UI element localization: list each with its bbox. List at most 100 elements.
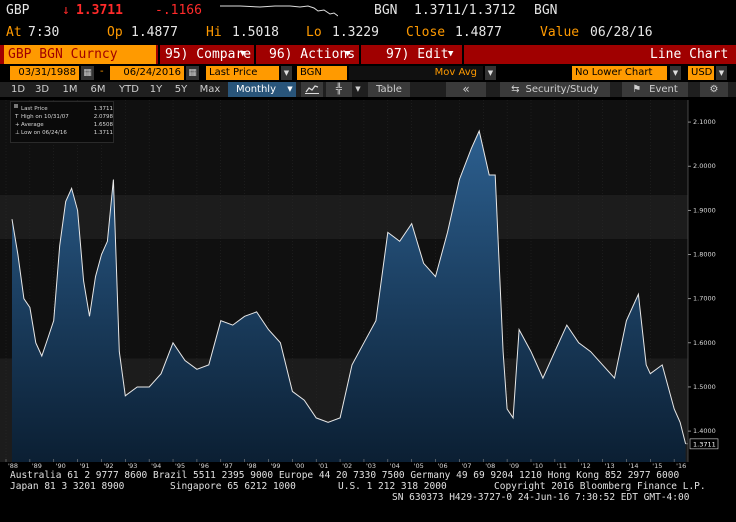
x-tick-label: '06 (437, 462, 448, 470)
line-chart-icon[interactable] (301, 82, 323, 97)
crosshair-dropdown-icon[interactable]: ▼ (352, 82, 364, 97)
x-tick-label: '11 (556, 462, 567, 470)
legend-value: 1.3711 (93, 106, 113, 112)
x-tick-label: '92 (103, 462, 114, 470)
x-tick-label: '88 (8, 462, 19, 470)
y-tick-label: 1.6000 (693, 339, 716, 347)
actions-button[interactable]: 96) Actions (269, 45, 355, 64)
frequency-select[interactable]: Monthly (228, 82, 284, 97)
study-dropdown-icon[interactable]: ▼ (485, 66, 496, 80)
chart-legend[interactable]: Last Price 1.3711 T High on 10/31/07 2.0… (10, 101, 114, 143)
open-value: 1.4877 (131, 25, 178, 40)
lower-chart-select[interactable]: No Lower Chart (572, 66, 667, 80)
quote-details: At 7:30 Op 1.4877 Hi 1.5018 Lo 1.3229 Cl… (0, 22, 736, 42)
low-value: 1.3229 (332, 25, 379, 40)
y-tick-label: 1.5000 (693, 383, 716, 391)
compare-dropdown-icon[interactable]: ▼ (240, 45, 245, 64)
chart-type-label: Line Chart (650, 47, 729, 62)
calendar-icon[interactable]: ▦ (81, 66, 94, 80)
x-tick-label: '91 (79, 462, 90, 470)
x-tick-label: '01 (318, 462, 329, 470)
footer-phones-japan: Japan 81 3 3201 8900 (10, 481, 125, 492)
study-input[interactable]: Mov Avg (349, 66, 483, 80)
legend-row-low: ⊥ Low on 06/24/16 1.3711 (15, 130, 113, 138)
period-ytd[interactable]: YTD (115, 82, 143, 97)
x-tick-label: '15 (652, 462, 663, 470)
menu-bar: GBP BGN Curncy 95) Compare ▼ 96) Actions… (0, 45, 736, 64)
security-study-button[interactable]: ⇆ Security/Study (500, 82, 610, 97)
footer-phones-singapore: Singapore 65 6212 1000 (170, 481, 296, 492)
y-tick-label: 2.0000 (693, 162, 716, 170)
x-tick-label: '14 (628, 462, 639, 470)
average-marker-icon: + (15, 122, 20, 128)
legend-value: 1.3711 (93, 130, 113, 136)
period-1d[interactable]: 1D (8, 82, 28, 97)
footer-phones-us: U.S. 1 212 318 2000 (338, 481, 447, 492)
x-tick-label: '16 (676, 462, 687, 470)
field-select[interactable]: Last Price (206, 66, 279, 80)
y-tick-label: 1.9000 (693, 206, 716, 214)
price-chart[interactable]: 2.1000 2.0000 1.9000 1.8000 1.7000 1.6000 1.50… (0, 97, 736, 462)
legend-label: Last Price (21, 106, 48, 112)
x-tick-label: '94 (151, 462, 162, 470)
collapse-icon[interactable]: « (446, 82, 486, 97)
footer-phones-1: Australia 61 2 9777 8600 Brazil 5511 239… (10, 470, 680, 481)
x-tick-label: '09 (509, 462, 520, 470)
period-5y[interactable]: 5Y (171, 82, 191, 97)
x-tick-label: '93 (127, 462, 138, 470)
footer-copyright: Copyright 2016 Bloomberg Finance L.P. (494, 481, 706, 492)
period-1y[interactable]: 1Y (146, 82, 166, 97)
x-tick-label: '98 (246, 462, 257, 470)
period-1m[interactable]: 1M (58, 82, 82, 97)
x-tick-label: '00 (294, 462, 305, 470)
settings-gear-icon[interactable]: ⚙ (700, 82, 728, 97)
background-band (0, 194, 688, 240)
crosshair-icon[interactable]: ╬ (326, 82, 352, 97)
security-study-label: Security/Study (525, 84, 599, 95)
net-change: -.1166 (155, 3, 202, 18)
source-input[interactable]: BGN (297, 66, 347, 80)
x-tick-label: '97 (222, 462, 233, 470)
start-date-input[interactable]: 03/31/1988 (10, 66, 79, 80)
currency-select[interactable]: USD (688, 66, 714, 80)
last-price: 1.3711 (76, 3, 123, 18)
chart-settings-bar: 03/31/1988 ▦ - 06/24/2016 ▦ Last Price ▼… (0, 66, 736, 80)
event-button[interactable]: ⚑ Event (622, 82, 688, 97)
source-label-2: BGN (534, 3, 558, 18)
field-dropdown-icon[interactable]: ▼ (281, 66, 292, 80)
actions-dropdown-icon[interactable]: ▼ (345, 45, 350, 64)
legend-row-last: Last Price 1.3711 (15, 106, 113, 114)
x-tick-label: '13 (604, 462, 615, 470)
end-date-input[interactable]: 06/24/2016 (110, 66, 184, 80)
close-value: 1.4877 (455, 25, 502, 40)
edit-dropdown-icon[interactable]: ▼ (448, 45, 453, 64)
period-max[interactable]: Max (196, 82, 224, 97)
period-3d[interactable]: 3D (32, 82, 52, 97)
x-tick-label: '89 (31, 462, 42, 470)
compare-button[interactable]: 95) Compare (165, 45, 251, 64)
legend-label: High on 10/31/07 (21, 114, 69, 120)
footer: Australia 61 2 9777 8600 Brazil 5511 239… (0, 470, 736, 522)
y-axis: 2.1000 2.0000 1.9000 1.8000 1.7000 1.6000 1.50… (687, 100, 719, 462)
frequency-dropdown-icon[interactable]: ▼ (284, 82, 296, 97)
down-arrow-icon: ↓ (62, 3, 70, 18)
last-value-label: 1.3711 (693, 440, 716, 448)
calendar-icon[interactable]: ▦ (186, 66, 199, 80)
currency-dropdown-icon[interactable]: ▼ (716, 66, 727, 80)
low-label: Lo (306, 25, 322, 40)
x-tick-label: '95 (175, 462, 186, 470)
x-tick-label: '96 (198, 462, 209, 470)
table-button[interactable]: Table (368, 82, 410, 97)
high-label: Hi (206, 25, 222, 40)
legend-row-average: + Average 1.6508 (15, 122, 113, 130)
legend-row-high: T High on 10/31/07 2.0798 (15, 114, 113, 122)
x-tick-label: '03 (365, 462, 376, 470)
period-6m[interactable]: 6M (86, 82, 110, 97)
legend-label: Low on 06/24/16 (21, 130, 67, 136)
edit-button[interactable]: 97) Edit (386, 45, 449, 64)
x-tick-label: '90 (55, 462, 66, 470)
date-range-dash: - (100, 66, 104, 77)
source-label: BGN (374, 3, 398, 18)
lower-chart-dropdown-icon[interactable]: ▼ (670, 66, 681, 80)
at-time: 7:30 (28, 25, 60, 40)
